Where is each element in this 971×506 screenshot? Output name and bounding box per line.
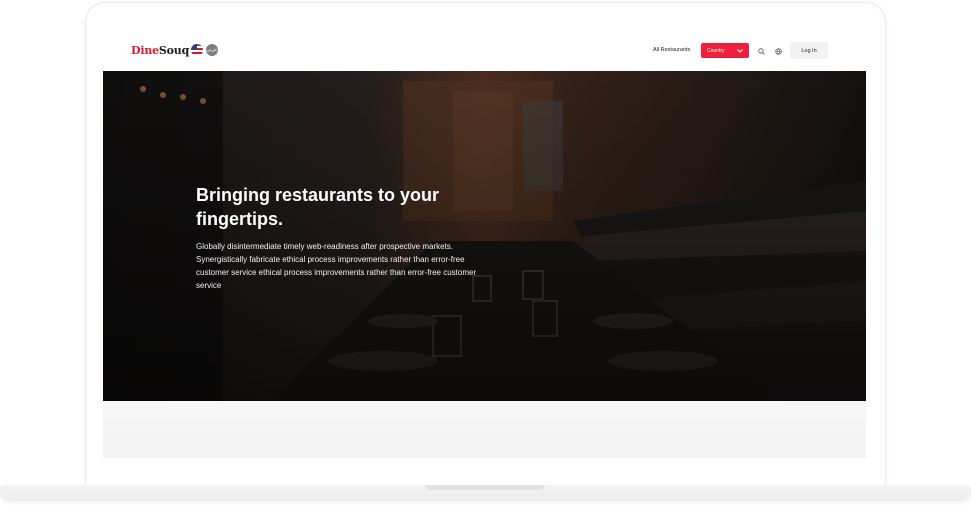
content-area — [103, 401, 866, 458]
restaurant-background-image — [103, 71, 866, 401]
country-label: Country — [707, 47, 725, 54]
arabic-language-icon[interactable]: عربي — [206, 44, 218, 56]
laptop-notch — [425, 485, 545, 490]
hero-title: Bringing restaurants to your fingertips. — [196, 185, 440, 229]
search-icon[interactable] — [757, 47, 765, 55]
all-restaurants-link[interactable]: All Restaurants — [653, 47, 690, 53]
laptop-screen: DineSouq عربي All Restaurants Country Lo… — [103, 30, 866, 458]
logo-part-souq: Souq — [158, 44, 190, 57]
chevron-down-icon — [737, 48, 743, 53]
logo-part-dine: Dine — [131, 44, 159, 57]
login-label: Log In — [801, 47, 817, 54]
site-header: DineSouq عربي All Restaurants Country Lo… — [103, 30, 866, 71]
site-logo[interactable]: DineSouq — [131, 44, 189, 57]
globe-icon[interactable] — [774, 47, 782, 55]
country-dropdown[interactable]: Country — [701, 43, 749, 58]
login-button[interactable]: Log In — [790, 42, 828, 59]
hero-description: Globally disintermediate timely web-read… — [196, 242, 477, 290]
us-flag-icon[interactable] — [191, 44, 203, 56]
hero-banner: Bringing restaurants to your fingertips.… — [103, 71, 866, 401]
arabic-language-label: عربي — [206, 47, 218, 53]
